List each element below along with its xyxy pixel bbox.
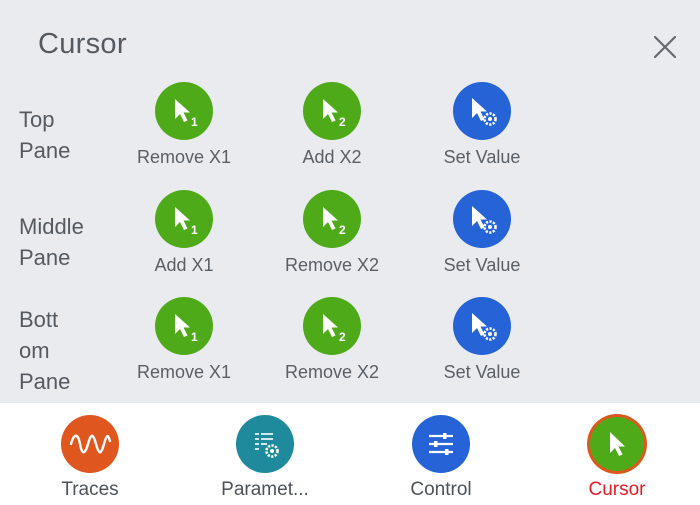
button-label: Set Value xyxy=(443,362,521,382)
button-label: Remove X2 xyxy=(284,255,380,275)
svg-text:2: 2 xyxy=(339,115,346,129)
dialog-title: Cursor xyxy=(38,28,127,60)
tab-control[interactable]: Control xyxy=(371,415,511,505)
button-label: Add X2 xyxy=(302,147,362,167)
parameters-icon xyxy=(236,415,294,473)
svg-text:2: 2 xyxy=(339,223,346,237)
svg-text:2: 2 xyxy=(339,330,346,344)
close-icon[interactable] xyxy=(650,32,680,62)
button-label: Remove X1 xyxy=(136,147,232,167)
tab-label: Cursor xyxy=(588,479,646,500)
add-x2-button[interactable]: 2 Add X2 xyxy=(262,82,402,172)
set-value-button[interactable]: Set Value xyxy=(412,297,552,387)
button-label: Set Value xyxy=(443,147,521,167)
svg-text:1: 1 xyxy=(191,330,198,344)
waveform-icon xyxy=(61,415,119,473)
remove-x2-button[interactable]: 2 Remove X2 xyxy=(262,297,402,387)
tab-label: Control xyxy=(410,479,472,500)
button-label: Remove X2 xyxy=(284,362,380,382)
cursor-x2-icon: 2 xyxy=(303,190,361,248)
cursor-settings-icon xyxy=(453,190,511,248)
remove-x1-button[interactable]: 1 Remove X1 xyxy=(114,82,254,172)
button-label: Set Value xyxy=(443,255,521,275)
tab-parameters[interactable]: Paramet... xyxy=(195,415,335,505)
cursor-x1-icon: 1 xyxy=(155,190,213,248)
cursor-dialog: Cursor Top Pane 1 Remove X1 2 Add X2 Set… xyxy=(0,0,700,403)
cursor-icon xyxy=(588,415,646,473)
add-x1-button[interactable]: 1 Add X1 xyxy=(114,190,254,280)
button-label: Remove X1 xyxy=(136,362,232,382)
tab-label: Traces xyxy=(61,479,119,500)
svg-text:1: 1 xyxy=(191,115,198,129)
cursor-x1-icon: 1 xyxy=(155,82,213,140)
tab-traces[interactable]: Traces xyxy=(20,415,160,505)
remove-x2-button[interactable]: 2 Remove X2 xyxy=(262,190,402,280)
cursor-x1-icon: 1 xyxy=(155,297,213,355)
row-label-top-pane: Top Pane xyxy=(19,107,71,163)
cursor-settings-icon xyxy=(453,297,511,355)
row-label-bottom-pane: Bott om Pane xyxy=(19,307,71,394)
cursor-settings-icon xyxy=(453,82,511,140)
remove-x1-button[interactable]: 1 Remove X1 xyxy=(114,297,254,387)
row-label-middle-pane: Middle Pane xyxy=(19,214,84,270)
sliders-icon xyxy=(412,415,470,473)
tab-label: Paramet... xyxy=(221,479,309,500)
bottom-tab-bar: Traces Paramet... Control Cursor xyxy=(0,403,700,505)
set-value-button[interactable]: Set Value xyxy=(412,82,552,172)
cursor-x2-icon: 2 xyxy=(303,82,361,140)
cursor-x2-icon: 2 xyxy=(303,297,361,355)
set-value-button[interactable]: Set Value xyxy=(412,190,552,280)
tab-cursor[interactable]: Cursor xyxy=(547,415,687,505)
button-label: Add X1 xyxy=(154,255,214,275)
svg-text:1: 1 xyxy=(191,223,198,237)
